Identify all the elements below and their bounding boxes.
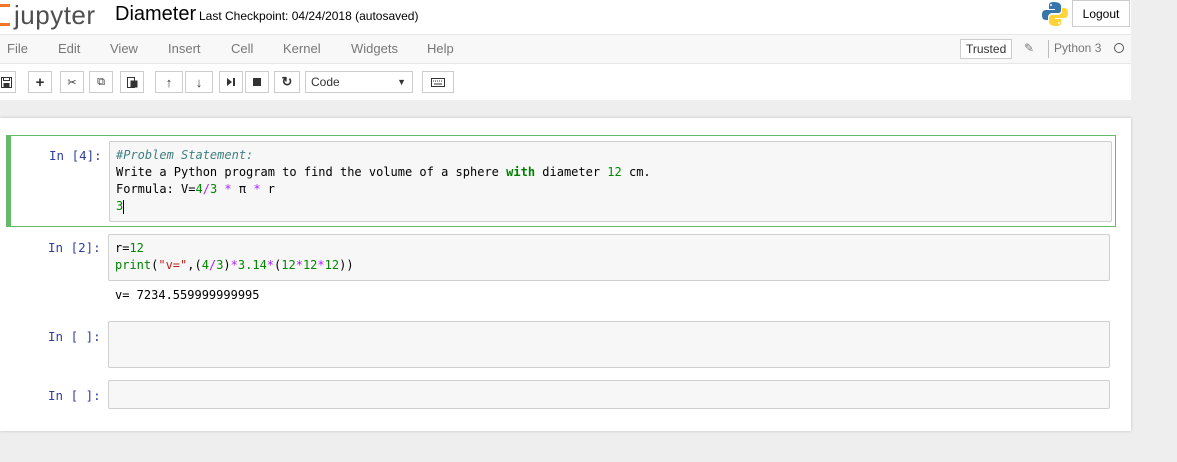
code-editor[interactable]: r=12 print("v=",(4/3)*3.14*(12*12*12)): [109, 235, 1109, 279]
trusted-badge[interactable]: Trusted: [960, 39, 1013, 59]
cell-input[interactable]: r=12 print("v=",(4/3)*3.14*(12*12*12)): [108, 234, 1110, 281]
kernel-name[interactable]: Python 3: [1054, 41, 1101, 55]
notebook-container: In [4]: #Problem Statement: Write a Pyth…: [0, 118, 1131, 431]
menu-view[interactable]: View: [110, 41, 138, 56]
move-down-icon[interactable]: ↓: [185, 71, 213, 93]
cell-type-select[interactable]: Code ▼: [305, 71, 413, 93]
jupyter-logo-icon: [0, 4, 10, 26]
cell-prompt: In [ ]:: [48, 329, 101, 344]
code-cell[interactable]: In [ ]:: [6, 377, 1116, 413]
cell-prompt: In [2]:: [48, 240, 101, 255]
notebook-title[interactable]: Diameter: [115, 3, 196, 26]
code-line: 3: [116, 199, 124, 213]
toolbar: + ✂ ⧉ ↑ ↓ ↻ Code ▼: [0, 64, 1131, 100]
cell-input[interactable]: [108, 321, 1110, 368]
paste-icon[interactable]: [120, 71, 144, 93]
code-cell-selected[interactable]: In [4]: #Problem Statement: Write a Pyth…: [6, 135, 1116, 227]
header-bar: jupyter Diameter Last Checkpoint: 04/24/…: [0, 0, 1131, 34]
code-line: print("v=",(4/3)*3.14*(12*12*12)): [115, 258, 354, 272]
pencil-icon[interactable]: ✎: [1024, 41, 1034, 55]
menu-widgets[interactable]: Widgets: [351, 41, 398, 56]
cell-type-value: Code: [311, 75, 340, 89]
cell-prompt: In [4]:: [49, 148, 102, 163]
cut-icon[interactable]: ✂: [60, 71, 84, 93]
menu-file[interactable]: File: [7, 41, 28, 56]
code-line: Write a Python program to find the volum…: [116, 165, 651, 179]
cell-prompt: In [ ]:: [48, 388, 101, 403]
python-logo-icon: [1042, 2, 1068, 26]
code-editor[interactable]: #Problem Statement: Write a Python progr…: [110, 142, 1111, 220]
code-line: #Problem Statement:: [116, 148, 254, 162]
menu-edit[interactable]: Edit: [58, 41, 80, 56]
code-line: Formula: V=4/3 * π * r: [116, 182, 276, 196]
menu-cell[interactable]: Cell: [231, 41, 253, 56]
kernel-divider: [1048, 40, 1049, 58]
code-cell[interactable]: In [2]: r=12 print("v=",(4/3)*3.14*(12*1…: [6, 232, 1116, 312]
kernel-idle-icon: [1114, 43, 1124, 53]
text-cursor: [123, 199, 125, 214]
save-icon[interactable]: [0, 71, 16, 93]
copy-icon[interactable]: ⧉: [89, 71, 113, 93]
cell-input[interactable]: #Problem Statement: Write a Python progr…: [109, 141, 1112, 222]
menu-insert[interactable]: Insert: [168, 41, 201, 56]
menu-bar: File Edit View Insert Cell Kernel Widget…: [0, 34, 1131, 64]
cell-output: v= 7234.559999999995: [115, 288, 260, 302]
checkpoint-status: Last Checkpoint: 04/24/2018 (autosaved): [199, 9, 419, 23]
jupyter-logo[interactable]: jupyter: [0, 0, 96, 30]
menu-help[interactable]: Help: [427, 41, 454, 56]
keyboard-icon[interactable]: [422, 71, 454, 93]
code-line: r=12: [115, 241, 144, 255]
restart-icon[interactable]: ↻: [274, 71, 300, 93]
notebook-header: jupyter Diameter Last Checkpoint: 04/24/…: [0, 0, 1131, 100]
code-cell[interactable]: In [ ]:: [6, 318, 1116, 373]
chevron-down-icon: ▼: [397, 77, 406, 87]
stop-icon[interactable]: [245, 71, 269, 93]
jupyter-logo-text: jupyter: [14, 0, 96, 30]
run-icon[interactable]: [219, 71, 243, 93]
add-cell-icon[interactable]: +: [28, 71, 52, 93]
logout-button[interactable]: Logout: [1072, 0, 1130, 27]
menu-kernel[interactable]: Kernel: [283, 41, 321, 56]
cell-input[interactable]: [108, 380, 1110, 409]
move-up-icon[interactable]: ↑: [155, 71, 183, 93]
